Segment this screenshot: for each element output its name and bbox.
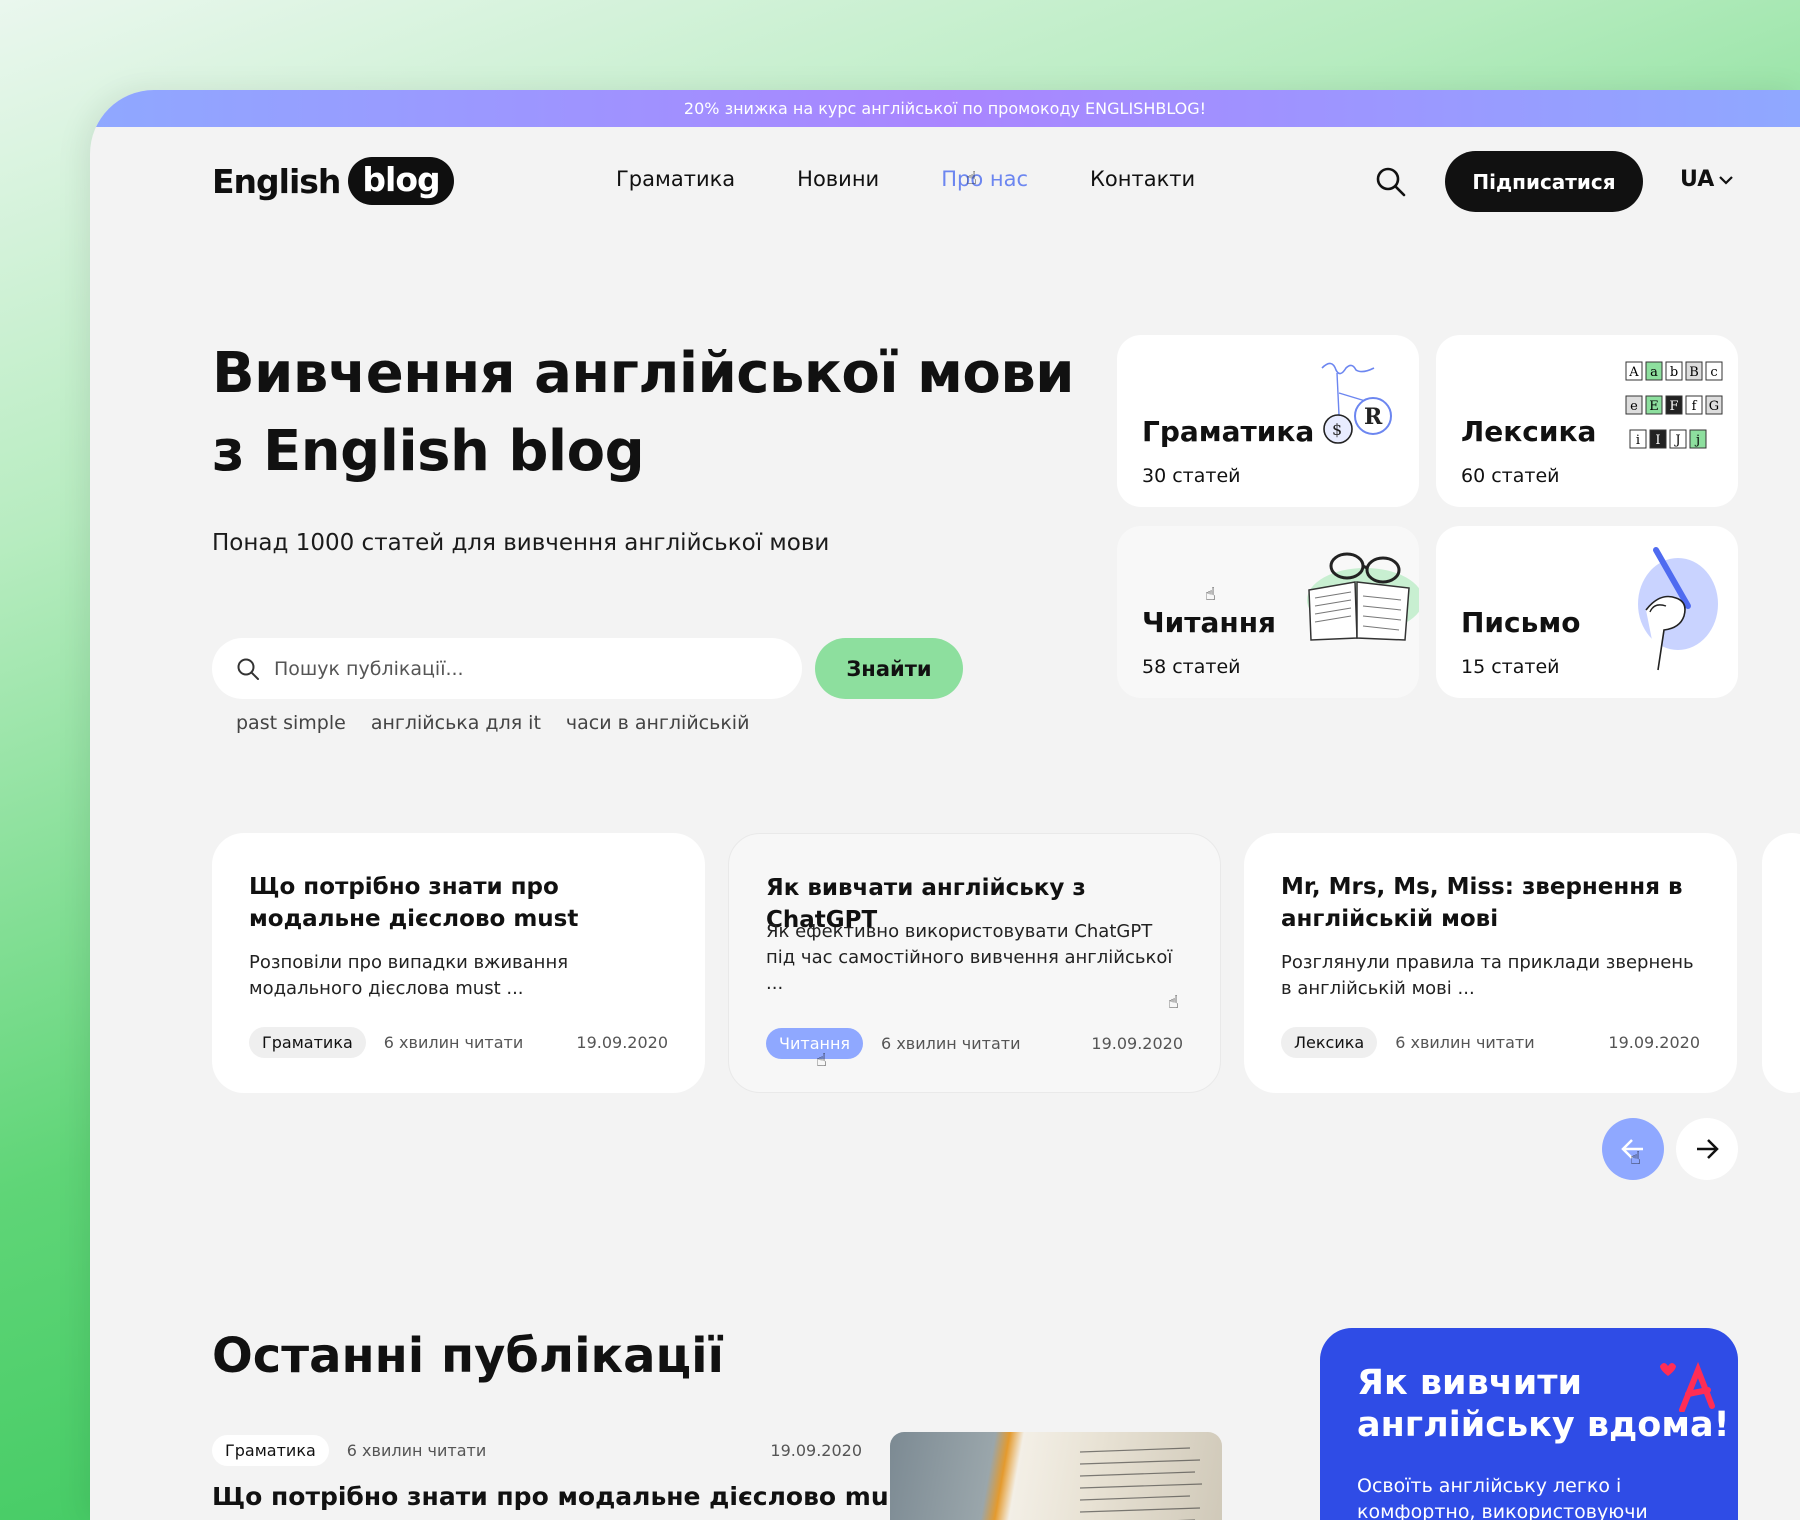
pointer-cursor-icon: ☝ — [1630, 1148, 1641, 1169]
article-meta: Лексика 6 хвилин читати 19.09.2020 — [1281, 1027, 1700, 1058]
article-description: Розглянули правила та приклади звернень … — [1281, 952, 1694, 999]
article-tag[interactable]: Лексика — [1281, 1027, 1378, 1058]
svg-text:G: G — [1709, 399, 1719, 414]
category-count: 60 статей — [1461, 465, 1560, 487]
grammar-illustration-icon: $ R — [1321, 362, 1392, 444]
svg-text:i: i — [1636, 433, 1640, 448]
promo-card-title-line1: Як вивчити — [1357, 1363, 1583, 1403]
subscribe-button[interactable]: Підписатися — [1445, 151, 1643, 212]
nav-about[interactable]: Про нас — [941, 167, 1028, 191]
svg-text:c: c — [1710, 365, 1717, 380]
article-description: Як ефективно використовувати ChatGPT під… — [766, 921, 1173, 994]
svg-text:e: e — [1630, 399, 1638, 414]
latest-section-title: Останні публікації — [212, 1328, 724, 1384]
article-date: 19.09.2020 — [1091, 1034, 1183, 1053]
hero-title-line1: Вивчення англійської мови — [212, 341, 1075, 406]
promo-banner[interactable]: 20% знижка на курс англійської по промок… — [90, 90, 1800, 127]
category-name: Граматика — [1142, 415, 1315, 448]
heart-letter-icon — [1660, 1361, 1715, 1412]
browser-frame: 20% знижка на курс англійської по промок… — [90, 90, 1800, 1520]
logo[interactable]: English blog — [212, 157, 454, 205]
read-time: 6 хвилин читати — [1395, 1033, 1535, 1052]
logo-pill: blog — [348, 157, 454, 205]
search-icon[interactable] — [1374, 165, 1408, 199]
latest-article-title[interactable]: Що потрібно знати про модальне дієслово … — [212, 1482, 915, 1511]
promo-card-text: Освоїть англійську легко і комфортно, ви… — [1357, 1475, 1648, 1520]
article-description: Розповіли про випадки вживання модальног… — [249, 952, 569, 999]
category-name: Лексика — [1461, 415, 1597, 448]
read-time: 6 хвилин читати — [346, 1441, 487, 1460]
article-date: 19.09.2020 — [576, 1033, 668, 1052]
article-date: 19.09.2020 — [770, 1441, 862, 1460]
category-card-vocabulary[interactable]: A a b B c e E F f G i I J j Лексика 60 с… — [1436, 335, 1738, 507]
article-title: Mr, Mrs, Ms, Miss: звернення в англійськ… — [1281, 874, 1683, 932]
svg-text:E: E — [1649, 399, 1659, 414]
svg-text:J: J — [1673, 433, 1680, 448]
pointer-cursor-icon: ☝ — [1205, 584, 1216, 605]
article-card[interactable]: Mr, Mrs, Ms, Miss: звернення в англійськ… — [1244, 833, 1737, 1093]
article-tag[interactable]: Читання — [766, 1028, 864, 1059]
article-title: Що потрібно знати про модальне дієслово … — [249, 874, 579, 932]
category-name: Читання — [1142, 606, 1277, 639]
hero-subtitle: Понад 1000 статей для вивчення англійськ… — [212, 530, 830, 556]
category-card-reading[interactable]: Читання 58 статей — [1117, 526, 1419, 698]
pointer-cursor-icon: ☝ — [816, 1050, 827, 1071]
nav-grammar[interactable]: Граматика — [616, 167, 735, 191]
nav-contacts[interactable]: Контакти — [1090, 167, 1195, 191]
letters-illustration-icon: A a b B c e E F f G i I J j — [1625, 361, 1723, 449]
svg-text:a: a — [1650, 365, 1658, 380]
search-box — [212, 638, 802, 699]
quick-tag[interactable]: часи в англійській — [566, 712, 750, 734]
logo-word: English — [212, 161, 341, 201]
read-time: 6 хвилин читати — [383, 1033, 524, 1052]
article-date: 19.09.2020 — [1608, 1033, 1700, 1052]
language-label: UA — [1680, 167, 1715, 192]
category-count: 58 статей — [1142, 656, 1241, 678]
main-nav: Граматика Новини Про нас Контакти — [616, 167, 1195, 191]
pointer-cursor-icon: ☝ — [966, 168, 977, 189]
article-tag[interactable]: Граматика — [212, 1435, 329, 1466]
svg-text:F: F — [1669, 399, 1678, 414]
svg-text:$: $ — [1332, 420, 1342, 439]
quick-tags: past simple англійська для it часи в анг… — [236, 712, 749, 734]
carousel-next-button[interactable] — [1676, 1118, 1738, 1180]
pointer-cursor-icon: ☝ — [1168, 992, 1179, 1013]
svg-text:A: A — [1628, 365, 1639, 380]
site-header: English blog Граматика Новини Про нас Ко… — [90, 127, 1800, 237]
language-selector[interactable]: UA — [1680, 167, 1734, 192]
category-count: 15 статей — [1461, 656, 1560, 678]
search-icon — [237, 658, 259, 680]
category-name: Письмо — [1461, 606, 1581, 639]
article-card[interactable]: Що потрібно знати про модальне дієслово … — [212, 833, 705, 1093]
svg-text:b: b — [1670, 365, 1678, 380]
svg-text:B: B — [1689, 365, 1699, 380]
article-tag[interactable]: Граматика — [249, 1027, 366, 1058]
svg-text:R: R — [1364, 404, 1383, 430]
article-meta: Граматика 6 хвилин читати 19.09.2020 — [249, 1027, 668, 1058]
article-card-peek[interactable] — [1762, 833, 1800, 1093]
category-card-writing[interactable]: Письмо 15 статей — [1436, 526, 1738, 698]
hero-title: Вивчення англійської мови з English blog — [212, 335, 1092, 491]
find-button[interactable]: Знайти — [815, 638, 963, 699]
hand-pen-illustration-icon — [1638, 547, 1718, 671]
arrow-right-icon — [1697, 1139, 1719, 1159]
chevron-down-icon — [1719, 175, 1733, 185]
read-time: 6 хвилин читати — [881, 1034, 1021, 1053]
hero-title-line2: з English blog — [212, 419, 645, 484]
category-card-grammar[interactable]: $ R Граматика 30 статей — [1117, 335, 1419, 507]
svg-text:I: I — [1655, 433, 1660, 448]
category-count: 30 статей — [1142, 465, 1241, 487]
search-input[interactable] — [274, 657, 754, 680]
article-meta: Читання 6 хвилин читати 19.09.2020 — [766, 1028, 1183, 1059]
latest-article-image[interactable] — [890, 1432, 1222, 1520]
article-card[interactable]: Як вивчати англійську з ChatGPT Як ефект… — [728, 833, 1221, 1093]
nav-news[interactable]: Новини — [797, 167, 879, 191]
book-glasses-illustration-icon — [1307, 552, 1419, 641]
latest-article-meta: Граматика 6 хвилин читати 19.09.2020 — [212, 1435, 862, 1466]
quick-tag[interactable]: англійська для it — [371, 712, 541, 734]
quick-tag[interactable]: past simple — [236, 712, 346, 734]
promo-card[interactable]: Як вивчити англійську вдома! Освоїть анг… — [1320, 1328, 1738, 1520]
